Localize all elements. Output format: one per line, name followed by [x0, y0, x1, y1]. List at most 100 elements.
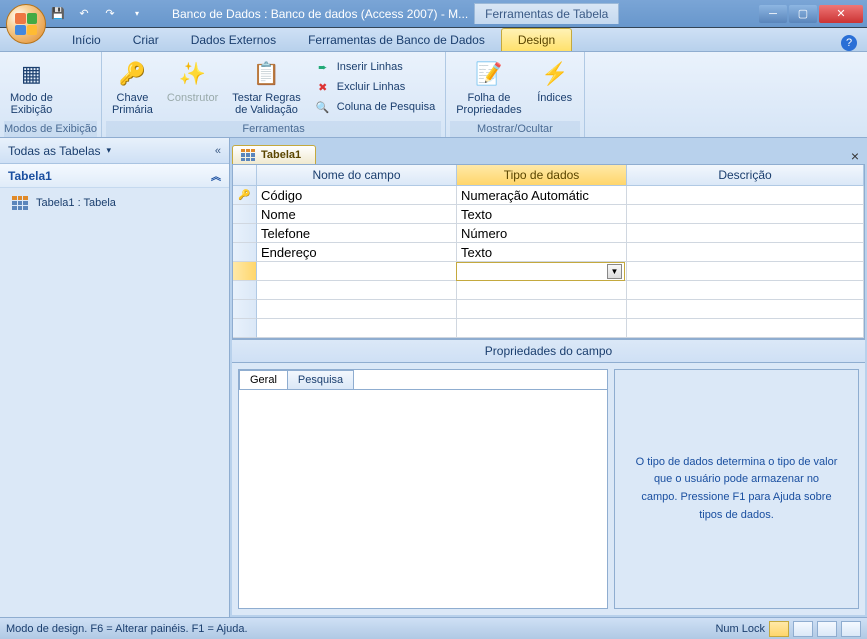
col-header-desc[interactable]: Descrição: [627, 165, 864, 186]
minimize-button[interactable]: ─: [759, 5, 787, 23]
cell-tipo[interactable]: Numeração Automátic: [457, 186, 627, 205]
doc-close-button[interactable]: ×: [845, 148, 865, 164]
tab-ferramentas-bd[interactable]: Ferramentas de Banco de Dados: [292, 29, 501, 51]
grid-row-empty: [233, 319, 864, 338]
row-selector[interactable]: [233, 281, 257, 300]
insert-row-icon: ➨: [315, 59, 331, 75]
nav-item-tabela1[interactable]: Tabela1 : Tabela: [8, 192, 221, 214]
view-pivottable-button[interactable]: [817, 621, 837, 637]
navigation-pane: Todas as Tabelas ▾ « Tabela1 ︽ Tabela1 :…: [0, 138, 230, 617]
cell-nome[interactable]: Telefone: [257, 224, 457, 243]
save-icon[interactable]: 💾: [50, 6, 66, 22]
indices-button[interactable]: ⚡ Índices: [530, 54, 580, 108]
cell-desc[interactable]: [627, 243, 864, 262]
tab-criar[interactable]: Criar: [117, 29, 175, 51]
status-bar: Modo de design. F6 = Alterar painéis. F1…: [0, 617, 867, 639]
cell-desc[interactable]: [627, 205, 864, 224]
cell-desc[interactable]: [627, 319, 864, 338]
coluna-pesquisa-button[interactable]: 🔍 Coluna de Pesquisa: [309, 98, 441, 116]
help-button[interactable]: ?: [841, 35, 857, 51]
row-selector[interactable]: [233, 205, 257, 224]
field-props-help: O tipo de dados determina o tipo de valo…: [614, 369, 859, 609]
grid-row: TelefoneNúmero: [233, 224, 864, 243]
row-selector[interactable]: [233, 300, 257, 319]
nav-group-header[interactable]: Tabela1 ︽: [0, 164, 229, 188]
row-selector[interactable]: [233, 224, 257, 243]
cell-tipo[interactable]: [457, 319, 627, 338]
cell-desc[interactable]: [627, 186, 864, 205]
property-sheet-icon: 📝: [473, 58, 505, 90]
cell-desc[interactable]: [627, 281, 864, 300]
cell-nome[interactable]: Código: [257, 186, 457, 205]
cell-tipo[interactable]: [457, 281, 627, 300]
title-bar: 💾 ↶ ↷ Banco de Dados : Banco de dados (A…: [0, 0, 867, 28]
chevron-down-icon: ▾: [107, 145, 112, 156]
construtor-button[interactable]: ✨ Construtor: [161, 54, 224, 108]
dropdown-arrow-icon[interactable]: ▼: [607, 264, 622, 279]
status-text: Modo de design. F6 = Alterar painéis. F1…: [6, 623, 248, 635]
redo-icon[interactable]: ↷: [102, 6, 118, 22]
group-label-mostrar: Mostrar/Ocultar: [450, 121, 579, 137]
delete-row-icon: ✖: [315, 79, 331, 95]
contextual-tab-title: Ferramentas de Tabela: [474, 3, 619, 24]
nav-collapse-button[interactable]: «: [215, 145, 221, 157]
view-design-button[interactable]: [769, 621, 789, 637]
tab-dados-externos[interactable]: Dados Externos: [175, 29, 292, 51]
primary-key-icon: 🔑: [238, 190, 250, 201]
tab-inicio[interactable]: Início: [56, 29, 117, 51]
chave-primaria-button[interactable]: 🔑 Chave Primária: [106, 54, 159, 120]
cell-nome[interactable]: [257, 281, 457, 300]
cell-tipo[interactable]: Número: [457, 224, 627, 243]
cell-nome[interactable]: [257, 319, 457, 338]
fp-tab-pesquisa[interactable]: Pesquisa: [287, 370, 354, 390]
excluir-linhas-button[interactable]: ✖ Excluir Linhas: [309, 78, 441, 96]
doc-tab-tabela1[interactable]: Tabela1: [232, 145, 316, 164]
tab-design[interactable]: Design: [501, 28, 572, 51]
cell-desc[interactable]: [627, 224, 864, 243]
nav-header[interactable]: Todas as Tabelas ▾ «: [0, 138, 229, 164]
grid-row-empty: [233, 300, 864, 319]
table-icon: [12, 196, 28, 210]
row-selector[interactable]: [233, 262, 257, 281]
cell-nome[interactable]: [257, 262, 457, 281]
lookup-column-icon: 🔍: [315, 99, 331, 115]
office-button[interactable]: [6, 4, 46, 44]
maximize-button[interactable]: ▢: [789, 5, 817, 23]
grid-row: NomeTexto: [233, 205, 864, 224]
col-header-tipo[interactable]: Tipo de dados: [457, 165, 627, 186]
row-selector[interactable]: [233, 243, 257, 262]
view-datasheet-button[interactable]: [793, 621, 813, 637]
group-label-ferramentas: Ferramentas: [106, 121, 441, 137]
grid-row-empty: [233, 281, 864, 300]
testar-regras-button[interactable]: 📋 Testar Regras de Validação: [226, 54, 306, 120]
inserir-linhas-button[interactable]: ➨ Inserir Linhas: [309, 58, 441, 76]
row-selector[interactable]: 🔑: [233, 186, 257, 205]
cell-tipo[interactable]: Texto: [457, 243, 627, 262]
row-selector-header[interactable]: [233, 165, 257, 186]
view-pivotchart-button[interactable]: [841, 621, 861, 637]
row-selector[interactable]: [233, 319, 257, 338]
cell-tipo-dropdown[interactable]: ▼: [457, 262, 627, 281]
cell-tipo[interactable]: [457, 300, 627, 319]
folha-propriedades-button[interactable]: 📝 Folha de Propriedades: [450, 54, 527, 120]
indexes-icon: ⚡: [539, 58, 571, 90]
cell-nome[interactable]: [257, 300, 457, 319]
datasheet-icon: ▦: [15, 58, 47, 90]
cell-nome[interactable]: Nome: [257, 205, 457, 224]
undo-icon[interactable]: ↶: [76, 6, 92, 22]
close-button[interactable]: ✕: [819, 5, 863, 23]
col-header-nome[interactable]: Nome do campo: [257, 165, 457, 186]
cell-desc[interactable]: [627, 262, 864, 281]
qat-customize-icon[interactable]: [128, 6, 144, 22]
design-grid: Nome do campo Tipo de dados Descrição 🔑 C…: [232, 164, 865, 339]
fp-tab-geral[interactable]: Geral: [239, 370, 288, 390]
cell-desc[interactable]: [627, 300, 864, 319]
ribbon-tabs: Início Criar Dados Externos Ferramentas …: [0, 28, 867, 52]
grid-row-active: ▼: [233, 262, 864, 281]
cell-tipo[interactable]: Texto: [457, 205, 627, 224]
modo-exibicao-button[interactable]: ▦ Modo de Exibição: [4, 54, 59, 120]
cell-nome[interactable]: Endereço: [257, 243, 457, 262]
field-props-body[interactable]: [239, 389, 607, 608]
chevron-up-icon: ︽: [211, 168, 221, 183]
field-props-header: Propriedades do campo: [232, 339, 865, 362]
